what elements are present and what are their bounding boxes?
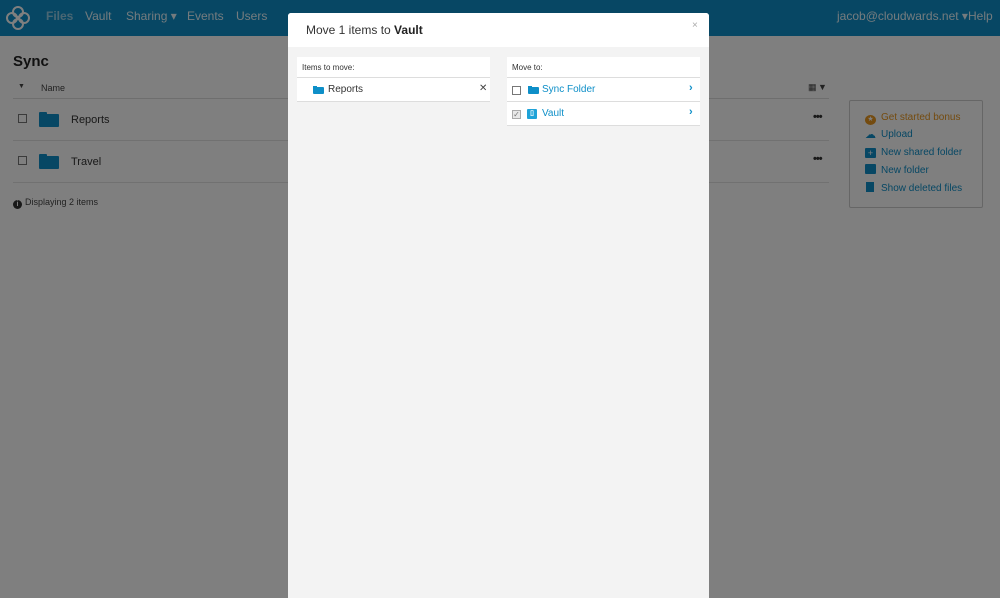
close-icon[interactable]: × [692,20,698,31]
chevron-right-icon[interactable]: › [689,82,693,94]
destination-label[interactable]: Vault [542,108,564,119]
items-to-move-panel: Items to move: Reports ✕ [297,57,490,102]
dialog-title-target: Vault [394,23,423,37]
folder-icon [528,86,539,94]
move-items-dialog: Move 1 items to Vault × Items to move: R… [288,13,709,598]
dialog-header: Move 1 items to Vault × [288,13,709,47]
destination-row[interactable]: ✓ ▯ Vault › [507,102,700,126]
destination-checkbox[interactable]: ✓ [512,110,521,119]
remove-item-icon[interactable]: ✕ [479,83,487,94]
move-to-panel: Move to: Sync Folder › ✓ ▯ Vault › [507,57,700,126]
item-label: Reports [328,84,364,95]
chevron-right-icon[interactable]: › [689,106,693,118]
destination-row[interactable]: Sync Folder › [507,78,700,102]
list-item: Reports ✕ [297,78,490,102]
vault-icon: ▯ [527,109,537,119]
panel-header: Move to: [507,57,700,78]
panel-header: Items to move: [297,57,490,78]
destination-checkbox[interactable] [512,86,521,95]
dialog-title-prefix: Move 1 items to [306,23,391,37]
dialog-title: Move 1 items to Vault [306,23,423,37]
destination-label[interactable]: Sync Folder [542,84,595,95]
folder-icon [313,86,324,94]
